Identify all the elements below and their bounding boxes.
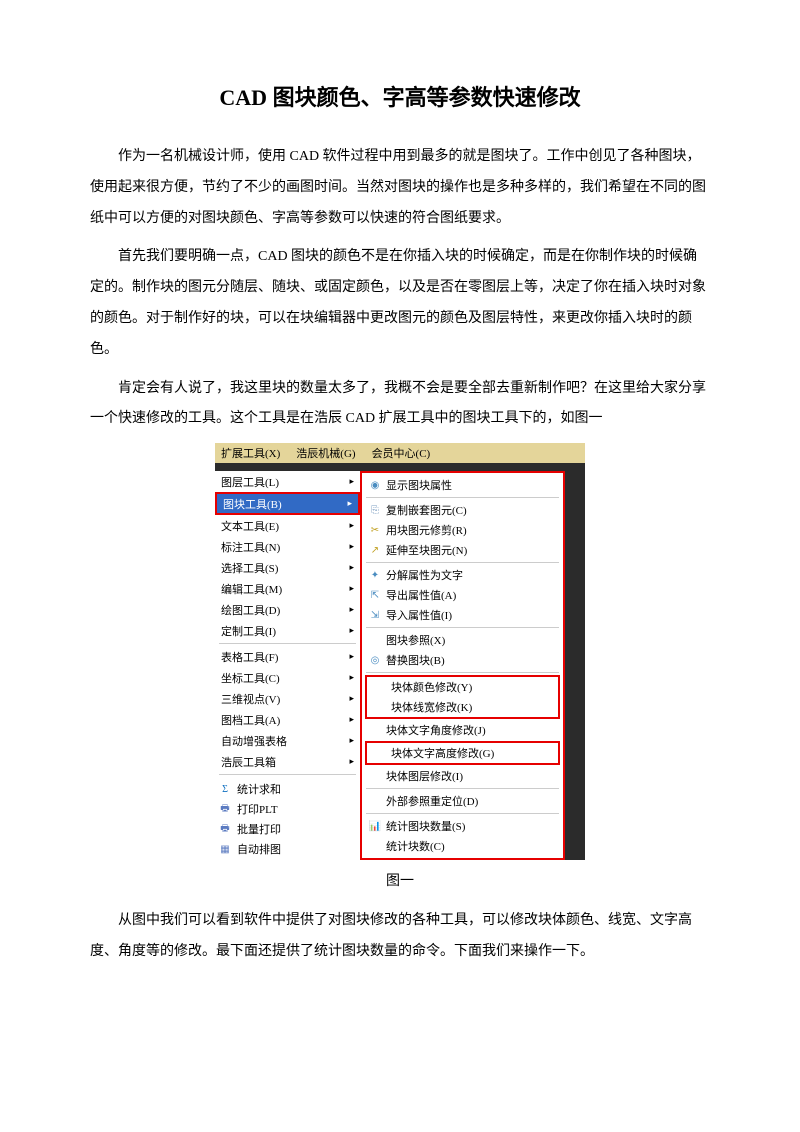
chevron-right-icon: ▸ bbox=[349, 672, 354, 683]
cad-menu-screenshot: 扩展工具(X) 浩辰机械(G) 会员中心(C) 图层工具(L)▸ 图块工具(B)… bbox=[215, 443, 585, 860]
menu-docinfo-tools[interactable]: 图档工具(A)▸ bbox=[215, 709, 360, 730]
submenu-extend-block[interactable]: ↗延伸至块图元(N) bbox=[362, 540, 563, 560]
submenu-xref-reloc[interactable]: 外部参照重定位(D) bbox=[362, 791, 563, 811]
chevron-right-icon: ▸ bbox=[349, 735, 354, 746]
submenu-explode-text[interactable]: ✦分解属性为文字 bbox=[362, 565, 563, 585]
highlighted-group-1: 块体颜色修改(Y) 块体线宽修改(K) bbox=[365, 675, 560, 719]
submenu-copy-nest[interactable]: ⎘复制嵌套图元(C) bbox=[362, 500, 563, 520]
figure-caption: 图一 bbox=[90, 870, 710, 890]
menu-extend-tools[interactable]: 扩展工具(X) bbox=[221, 445, 280, 461]
menu-text-tools[interactable]: 文本工具(E)▸ bbox=[215, 515, 360, 536]
submenu-import-attr[interactable]: ⇲导入属性值(I) bbox=[362, 605, 563, 625]
paragraph-1: 作为一名机械设计师，使用 CAD 软件过程中用到最多的就是图块了。工作中创见了各… bbox=[90, 142, 710, 234]
left-menu-column: 图层工具(L)▸ 图块工具(B)▸ 文本工具(E)▸ 标注工具(N)▸ 选择工具… bbox=[215, 471, 360, 860]
title: CAD 图块颜色、字高等参数快速修改 bbox=[90, 80, 710, 112]
paragraph-2: 首先我们要明确一点，CAD 图块的颜色不是在你插入块的时候确定，而是在你制作块的… bbox=[90, 242, 710, 365]
import-icon: ⇲ bbox=[366, 610, 384, 621]
menu-coord-tools[interactable]: 坐标工具(C)▸ bbox=[215, 667, 360, 688]
chevron-right-icon: ▸ bbox=[349, 651, 354, 662]
menu-haochen[interactable]: 浩辰机械(G) bbox=[296, 445, 355, 461]
submenu-text-angle[interactable]: 块体文字角度修改(J) bbox=[362, 720, 563, 740]
submenu-export-attr[interactable]: ⇱导出属性值(A) bbox=[362, 585, 563, 605]
chevron-right-icon: ▸ bbox=[349, 562, 354, 573]
chevron-right-icon: ▸ bbox=[349, 693, 354, 704]
printer-icon: 🖶 bbox=[217, 802, 233, 816]
sigma-icon: Σ bbox=[217, 782, 233, 796]
menu-batch-print[interactable]: 🖶批量打印 bbox=[215, 819, 360, 839]
submenu-text-height[interactable]: 块体文字高度修改(G) bbox=[367, 743, 558, 763]
chevron-right-icon: ▸ bbox=[349, 604, 354, 615]
chevron-right-icon: ▸ bbox=[349, 476, 354, 487]
menu-plt[interactable]: 🖶打印PLT bbox=[215, 799, 360, 819]
menubar: 扩展工具(X) 浩辰机械(G) 会员中心(C) bbox=[215, 443, 585, 463]
submenu-show-attr[interactable]: ◉显示图块属性 bbox=[362, 475, 563, 495]
menu-edit-tools[interactable]: 编辑工具(M)▸ bbox=[215, 578, 360, 599]
right-submenu-column: ◉显示图块属性 ⎘复制嵌套图元(C) ✂用块图元修剪(R) ↗延伸至块图元(N)… bbox=[360, 471, 565, 860]
menu-member-center[interactable]: 会员中心(C) bbox=[372, 445, 431, 461]
export-icon: ⇱ bbox=[366, 590, 384, 601]
submenu-linewidth-mod[interactable]: 块体线宽修改(K) bbox=[367, 697, 558, 717]
submenu-count-block-c[interactable]: 统计块数(C) bbox=[362, 836, 563, 856]
attr-icon: ◉ bbox=[366, 480, 384, 491]
submenu-count-block-s[interactable]: 📊统计图块数量(S) bbox=[362, 816, 563, 836]
paragraph-3: 肯定会有人说了，我这里块的数量太多了，我概不会是要全部去重新制作吧？在这里给大家… bbox=[90, 374, 710, 436]
menu-auto-layout[interactable]: ▦自动排图 bbox=[215, 839, 360, 859]
menu-dim-tools[interactable]: 标注工具(N)▸ bbox=[215, 536, 360, 557]
menu-select-tools[interactable]: 选择工具(S)▸ bbox=[215, 557, 360, 578]
menu-block-tools[interactable]: 图块工具(B)▸ bbox=[215, 492, 360, 515]
chevron-right-icon: ▸ bbox=[349, 583, 354, 594]
chevron-right-icon: ▸ bbox=[349, 625, 354, 636]
submenu-color-mod[interactable]: 块体颜色修改(Y) bbox=[367, 677, 558, 697]
menu-3d-view[interactable]: 三维视点(V)▸ bbox=[215, 688, 360, 709]
explode-icon: ✦ bbox=[366, 570, 384, 581]
chevron-right-icon: ▸ bbox=[347, 498, 352, 509]
chevron-right-icon: ▸ bbox=[349, 756, 354, 767]
submenu-layer-mod[interactable]: 块体图层修改(I) bbox=[362, 766, 563, 786]
submenu-block-ref[interactable]: 图块参照(X) bbox=[362, 630, 563, 650]
figure-1: 扩展工具(X) 浩辰机械(G) 会员中心(C) 图层工具(L)▸ 图块工具(B)… bbox=[90, 443, 710, 860]
trim-icon: ✂ bbox=[366, 525, 384, 536]
menu-custom-tools[interactable]: 定制工具(I)▸ bbox=[215, 620, 360, 641]
layout-icon: ▦ bbox=[217, 842, 233, 856]
menu-table-tools[interactable]: 表格工具(F)▸ bbox=[215, 646, 360, 667]
highlighted-group-2: 块体文字高度修改(G) bbox=[365, 741, 560, 765]
batch-print-icon: 🖶 bbox=[217, 822, 233, 836]
chevron-right-icon: ▸ bbox=[349, 541, 354, 552]
extend-icon: ↗ bbox=[366, 545, 384, 556]
chevron-right-icon: ▸ bbox=[349, 714, 354, 725]
submenu-trim-block[interactable]: ✂用块图元修剪(R) bbox=[362, 520, 563, 540]
chevron-right-icon: ▸ bbox=[349, 520, 354, 531]
copy-icon: ⎘ bbox=[366, 505, 384, 516]
menu-sum[interactable]: Σ统计求和 bbox=[215, 779, 360, 799]
menu-layer-tools[interactable]: 图层工具(L)▸ bbox=[215, 471, 360, 492]
count-icon: 📊 bbox=[366, 821, 384, 832]
menu-draw-tools[interactable]: 绘图工具(D)▸ bbox=[215, 599, 360, 620]
menu-autotable[interactable]: 自动增强表格▸ bbox=[215, 730, 360, 751]
submenu-replace-block[interactable]: ◎替换图块(B) bbox=[362, 650, 563, 670]
replace-icon: ◎ bbox=[366, 655, 384, 666]
menu-toolbox[interactable]: 浩辰工具箱▸ bbox=[215, 751, 360, 772]
paragraph-4: 从图中我们可以看到软件中提供了对图块修改的各种工具，可以修改块体颜色、线宽、文字… bbox=[90, 906, 710, 968]
